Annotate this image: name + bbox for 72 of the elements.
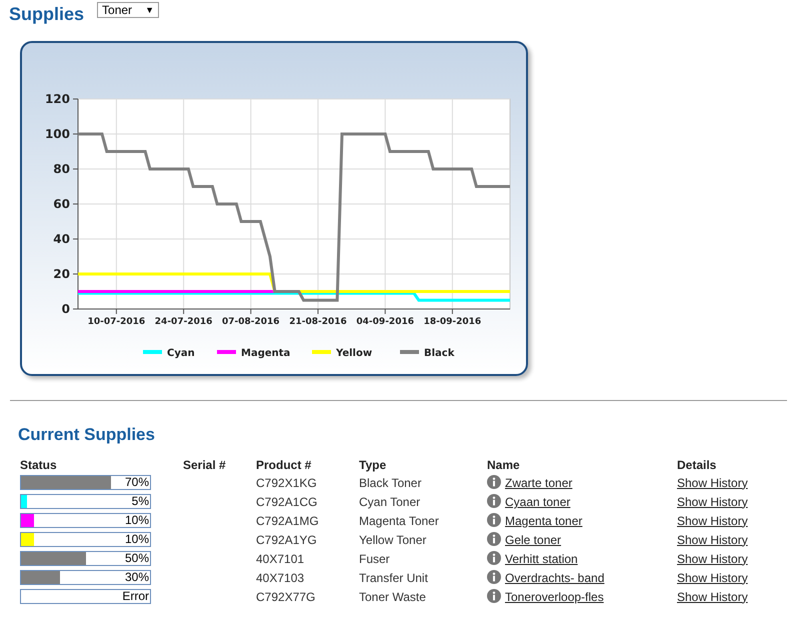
supply-type: Transfer Unit — [358, 570, 429, 586]
product-number: 40X7101 — [255, 550, 306, 568]
axis-label: 100 — [44, 127, 70, 141]
axis-label: 04-09-2016 — [356, 317, 414, 327]
info-icon[interactable] — [487, 551, 501, 565]
supply-type: Cyan Toner — [358, 494, 422, 510]
legend-label: Black — [424, 348, 454, 359]
info-icon[interactable] — [487, 475, 501, 489]
axis-label: 20 — [53, 267, 70, 281]
level-reading: Error — [122, 590, 150, 603]
column-header: Name — [486, 457, 521, 473]
legend-swatch — [217, 350, 236, 354]
column-header: Type — [358, 457, 388, 473]
section-title: Current Supplies — [18, 425, 156, 445]
axis-label: 80 — [53, 162, 70, 176]
column-header: Status — [19, 457, 58, 473]
level-reading: 30% — [124, 571, 150, 584]
supply-type: Fuser — [358, 550, 391, 568]
type-dropdown[interactable]: Toner ▼ — [97, 2, 160, 18]
product-number: C792X77G — [255, 588, 316, 606]
show-history-link[interactable]: Show History — [677, 532, 748, 546]
axis-label: 10-07-2016 — [88, 317, 146, 327]
level-reading: 50% — [124, 552, 150, 565]
supply-type: Yellow Toner — [358, 532, 428, 548]
supply-name-link[interactable]: Toneroverloop-fles — [505, 590, 604, 604]
axis-label: 120 — [44, 92, 70, 106]
level-reading: 10% — [124, 514, 150, 527]
show-history-link[interactable]: Show History — [677, 494, 748, 508]
product-number: C792A1YG — [255, 532, 318, 548]
column-header: Product # — [255, 457, 312, 473]
supply-name-link[interactable]: Magenta toner — [505, 514, 582, 528]
show-history-link[interactable]: Show History — [677, 570, 748, 584]
legend-swatch — [400, 350, 419, 354]
show-history-link[interactable]: Show History — [677, 590, 748, 604]
show-history-link[interactable]: Show History — [677, 552, 748, 566]
info-icon[interactable] — [487, 532, 501, 546]
legend-swatch — [312, 350, 331, 354]
supply-name-link[interactable]: Gele toner — [505, 533, 562, 547]
supply-name-link[interactable]: Cyaan toner — [505, 495, 570, 509]
supply-name-link[interactable]: Zwarte toner — [505, 476, 572, 490]
legend-label: Yellow — [336, 348, 372, 359]
supply-type: Black Toner — [358, 474, 422, 492]
axis-label: 21-08-2016 — [289, 317, 347, 327]
supply-name-link[interactable]: Overdrachts- band — [505, 571, 604, 585]
product-number: C792A1MG — [255, 512, 320, 530]
supply-type: Toner Waste — [358, 588, 427, 606]
page-title: Supplies — [9, 4, 84, 25]
show-history-link[interactable]: Show History — [677, 514, 748, 528]
axis-label: 07-08-2016 — [222, 317, 280, 327]
info-icon[interactable] — [487, 589, 501, 603]
level-reading: 5% — [132, 495, 150, 508]
axis-label: 40 — [53, 232, 70, 246]
level-reading: 10% — [124, 533, 150, 546]
axis-label: 60 — [53, 197, 70, 211]
column-header: Serial # — [182, 457, 227, 473]
supply-name-link[interactable]: Verhitt station — [505, 552, 578, 566]
info-icon[interactable] — [487, 513, 501, 527]
product-number: C792X1KG — [255, 474, 318, 492]
product-number: 40X7103 — [255, 570, 306, 586]
axis-label: 0 — [62, 302, 70, 316]
axis-label: 24-07-2016 — [154, 317, 212, 327]
supply-type: Magenta Toner — [358, 512, 440, 530]
info-icon[interactable] — [487, 494, 501, 508]
info-icon[interactable] — [487, 570, 501, 584]
legend-label: Cyan — [167, 348, 195, 359]
show-history-link[interactable]: Show History — [677, 476, 748, 490]
product-number: C792A1CG — [255, 494, 318, 510]
level-reading: 70% — [124, 476, 150, 489]
column-header: Details — [676, 457, 718, 473]
axis-label: 18-09-2016 — [424, 317, 482, 327]
legend-swatch — [143, 350, 162, 354]
legend-label: Magenta — [241, 348, 290, 359]
